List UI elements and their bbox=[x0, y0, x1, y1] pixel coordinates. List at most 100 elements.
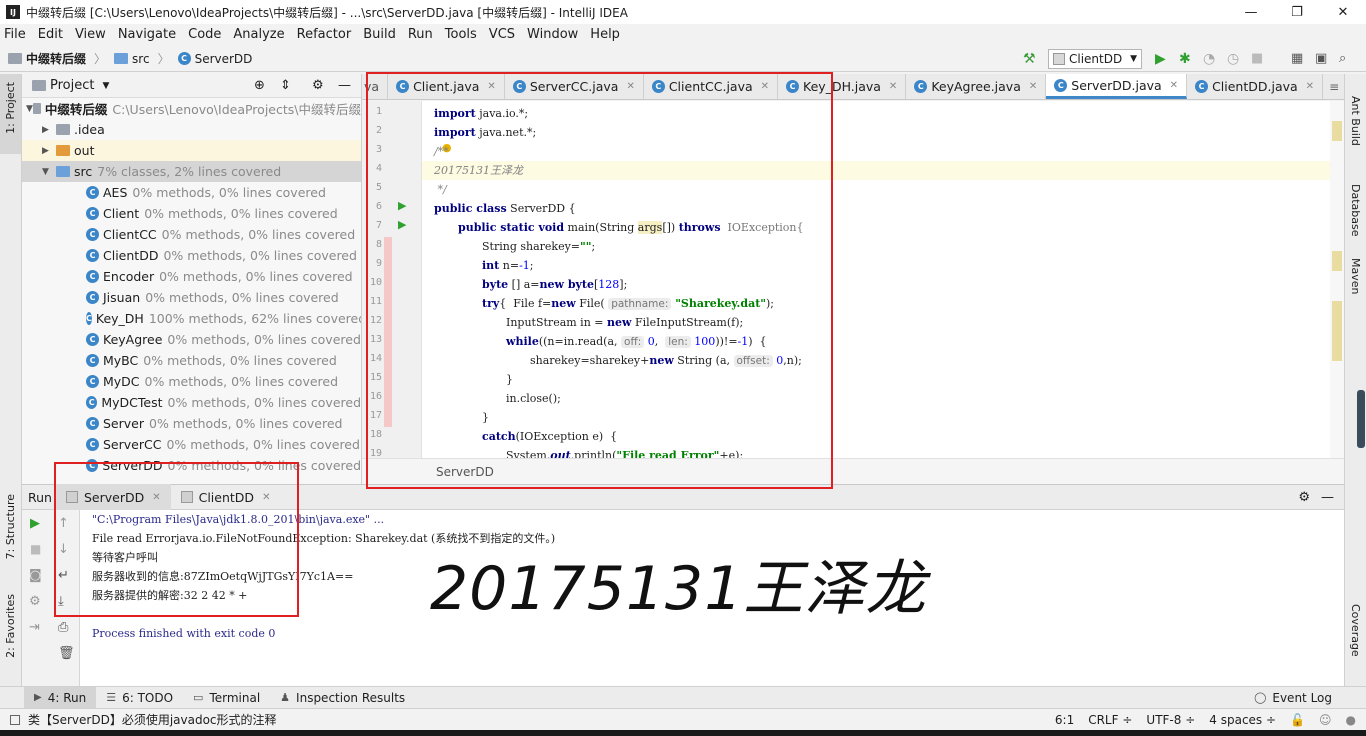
tab-serverdd[interactable]: C ServerDD.java ✕ bbox=[1046, 74, 1188, 99]
run-console[interactable]: "C:\Program Files\Java\jdk1.8.0_201\bin\… bbox=[80, 510, 1344, 686]
minimize-icon[interactable]: — bbox=[1228, 0, 1274, 24]
chevron-down-icon[interactable]: ▼ bbox=[26, 104, 33, 114]
close-tab-icon[interactable]: ✕ bbox=[152, 492, 160, 503]
warning-marker[interactable] bbox=[1332, 251, 1342, 271]
debug-icon[interactable]: ✱ bbox=[1179, 51, 1194, 67]
tree-item-class[interactable]: C KeyAgree 0% methods, 0% lines covered bbox=[22, 329, 361, 350]
menu-code[interactable]: Code bbox=[188, 27, 221, 42]
maven-tool-tab[interactable]: Maven bbox=[1349, 258, 1362, 294]
status-message[interactable]: 类【ServerDD】必须使用javadoc形式的注释 bbox=[28, 711, 277, 728]
build-hammer-icon[interactable]: ⚒ bbox=[1023, 51, 1038, 67]
scroll-down-icon[interactable]: ↓ bbox=[58, 542, 69, 557]
scroll-up-icon[interactable]: ↑ bbox=[58, 516, 69, 531]
tab-client[interactable]: C Client.java ✕ bbox=[388, 74, 505, 99]
tree-item-class[interactable]: C ServerCC 0% methods, 0% lines covered bbox=[22, 434, 361, 455]
database-tool-tab[interactable]: Database bbox=[1349, 184, 1362, 237]
tool-tab-event-log[interactable]: ◯ Event Log bbox=[1244, 687, 1342, 709]
run-tab-clientdd[interactable]: ClientDD ✕ bbox=[171, 484, 281, 510]
stop-icon[interactable]: ■ bbox=[1251, 51, 1266, 66]
menu-navigate[interactable]: Navigate bbox=[118, 27, 176, 42]
tree-item-class[interactable]: C MyDCTest 0% methods, 0% lines covered bbox=[22, 392, 361, 413]
run-configuration-select[interactable]: ClientDD ▼ bbox=[1048, 49, 1142, 69]
tree-item-class[interactable]: C ClientCC 0% methods, 0% lines covered bbox=[22, 224, 361, 245]
tree-item-class[interactable]: C MyDC 0% methods, 0% lines covered bbox=[22, 371, 361, 392]
tree-item-class[interactable]: C Server 0% methods, 0% lines covered bbox=[22, 413, 361, 434]
menu-vcs[interactable]: VCS bbox=[489, 27, 515, 42]
ant-build-tool-tab[interactable]: Ant Build bbox=[1349, 96, 1362, 146]
tree-item-class[interactable]: C AES 0% methods, 0% lines covered bbox=[22, 182, 361, 203]
tree-item-class[interactable]: C Jisuan 0% methods, 0% lines covered bbox=[22, 287, 361, 308]
run-icon[interactable]: ▶ bbox=[1155, 51, 1170, 67]
soft-wrap-icon[interactable]: ↵ bbox=[58, 568, 69, 583]
coverage-icon[interactable]: ◔ bbox=[1203, 51, 1218, 67]
gear-icon[interactable]: ⚙ bbox=[312, 78, 324, 93]
scroll-to-end-icon[interactable]: ⤓ bbox=[58, 594, 64, 609]
trash-icon[interactable]: 🗑 bbox=[58, 646, 75, 661]
close-tab-icon[interactable]: ✕ bbox=[1029, 81, 1037, 92]
chevron-right-icon[interactable]: ▶ bbox=[42, 125, 56, 135]
menu-file[interactable]: File bbox=[4, 27, 26, 42]
hide-panel-icon[interactable]: — bbox=[338, 78, 351, 93]
tab-clientdd[interactable]: C ClientDD.java ✕ bbox=[1187, 74, 1324, 99]
settings-icon[interactable]: ⚙ bbox=[29, 594, 41, 609]
tree-item-idea[interactable]: ▶ .idea bbox=[22, 119, 361, 140]
menu-window[interactable]: Window bbox=[527, 27, 578, 42]
close-tab-icon[interactable]: ✕ bbox=[487, 81, 495, 92]
tab-keyagree[interactable]: C KeyAgree.java ✕ bbox=[906, 74, 1047, 99]
maximize-icon[interactable]: ❐ bbox=[1274, 0, 1320, 24]
menu-analyze[interactable]: Analyze bbox=[233, 27, 284, 42]
print-icon[interactable]: ⎙ bbox=[58, 620, 68, 635]
close-icon[interactable]: ✕ bbox=[1320, 0, 1366, 24]
exit-icon[interactable]: ⇥ bbox=[29, 620, 40, 635]
chevron-down-icon[interactable]: ▼ bbox=[42, 167, 56, 177]
camera-icon[interactable]: ◙ bbox=[29, 568, 42, 583]
tool-tab-inspection[interactable]: ♟ Inspection Results bbox=[270, 687, 415, 709]
hide-panel-icon[interactable]: — bbox=[1321, 490, 1334, 505]
line-separator[interactable]: CRLF ÷ bbox=[1088, 713, 1132, 727]
breadcrumb-project[interactable]: 中缀转后缀 bbox=[8, 50, 86, 67]
tab-overflow-icon[interactable]: ≡ bbox=[1323, 74, 1344, 99]
close-tab-icon[interactable]: ✕ bbox=[262, 492, 270, 503]
menu-refactor[interactable]: Refactor bbox=[297, 27, 352, 42]
close-tab-icon[interactable]: ✕ bbox=[889, 81, 897, 92]
collapse-all-icon[interactable]: ⇕ bbox=[280, 78, 291, 93]
error-stripe[interactable] bbox=[1330, 101, 1344, 458]
project-structure-icon[interactable]: ▦ bbox=[1291, 51, 1306, 66]
warning-marker[interactable] bbox=[1332, 121, 1342, 141]
breadcrumb-file[interactable]: C ServerDD bbox=[177, 52, 252, 66]
rerun-icon[interactable]: ▶ bbox=[30, 516, 40, 531]
tool-tab-terminal[interactable]: ▭ Terminal bbox=[183, 687, 270, 709]
menu-edit[interactable]: Edit bbox=[38, 27, 63, 42]
gear-icon[interactable]: ⚙ bbox=[1298, 490, 1310, 505]
close-tab-icon[interactable]: ✕ bbox=[1306, 81, 1314, 92]
menu-view[interactable]: View bbox=[75, 27, 106, 42]
tree-item-class[interactable]: C ClientDD 0% methods, 0% lines covered bbox=[22, 245, 361, 266]
status-bar-toggle-icon[interactable] bbox=[10, 714, 20, 725]
tree-item-class[interactable]: C MyBC 0% methods, 0% lines covered bbox=[22, 350, 361, 371]
editor-breadcrumb[interactable]: ServerDD bbox=[362, 458, 1344, 484]
chevron-right-icon[interactable]: ▶ bbox=[42, 146, 56, 156]
tree-item-class[interactable]: C ServerDD 0% methods, 0% lines covered bbox=[22, 455, 361, 476]
close-tab-icon[interactable]: ✕ bbox=[1170, 80, 1178, 91]
profile-icon[interactable]: ◷ bbox=[1227, 51, 1242, 67]
breadcrumb-src[interactable]: src bbox=[114, 52, 150, 66]
tab-servercc[interactable]: C ServerCC.java ✕ bbox=[505, 74, 644, 99]
tool-tab-run[interactable]: ▶ 4: Run bbox=[24, 686, 97, 709]
notifications-icon[interactable]: ● bbox=[1346, 713, 1356, 727]
tool-tab-todo[interactable]: ☰ 6: TODO bbox=[96, 687, 183, 709]
chevron-down-icon[interactable]: ▼ bbox=[102, 81, 109, 91]
close-tab-icon[interactable]: ✕ bbox=[761, 81, 769, 92]
inspector-icon[interactable]: ☺ bbox=[1319, 713, 1332, 727]
menu-help[interactable]: Help bbox=[590, 27, 620, 42]
warning-marker[interactable] bbox=[1332, 301, 1342, 361]
run-gutter-icon[interactable]: ▶ bbox=[398, 199, 406, 212]
run-gutter-icon[interactable]: ▶ bbox=[398, 218, 406, 231]
tree-item-class[interactable]: C Client 0% methods, 0% lines covered bbox=[22, 203, 361, 224]
structure-tool-tab[interactable]: 7: Structure bbox=[4, 494, 17, 559]
stop-icon[interactable]: ■ bbox=[30, 542, 41, 556]
coverage-tool-tab[interactable]: Coverage bbox=[1349, 604, 1362, 657]
search-icon[interactable]: ⌕ bbox=[1339, 51, 1354, 66]
locate-icon[interactable]: ⊕ bbox=[254, 78, 265, 93]
sdk-icon[interactable]: ▣ bbox=[1315, 51, 1330, 66]
file-encoding[interactable]: UTF-8 ÷ bbox=[1146, 713, 1195, 727]
